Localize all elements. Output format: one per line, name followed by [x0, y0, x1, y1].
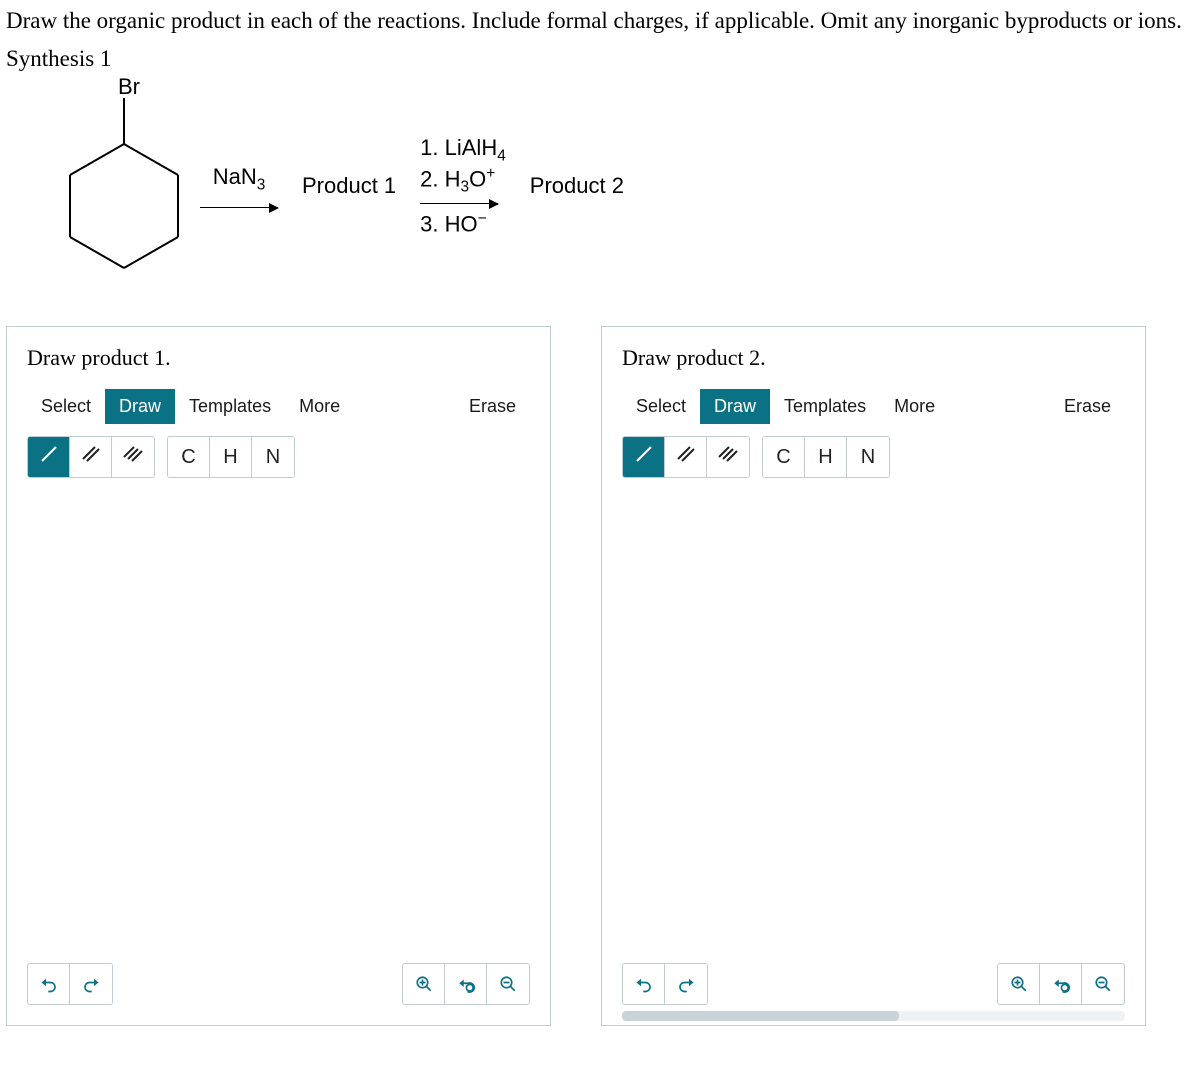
erase-button[interactable]: Erase — [455, 389, 530, 424]
erase-button[interactable]: Erase — [1050, 389, 1125, 424]
redo-icon — [82, 975, 100, 993]
reagent2-line1: 1. LiAlH4 — [420, 135, 506, 165]
panel2-title: Draw product 2. — [622, 345, 1125, 371]
redo-button[interactable] — [70, 964, 112, 1004]
panel1-bottom-bar — [27, 963, 530, 1005]
zoom-reset-icon — [1052, 975, 1070, 993]
redo-button[interactable] — [665, 964, 707, 1004]
reaction-scheme: Br NaN3 Product 1 1. LiAlH4 2. H3O+ 3. H… — [30, 76, 1194, 296]
panel1-title: Draw product 1. — [27, 345, 530, 371]
zoom-out-button[interactable] — [1082, 964, 1124, 1004]
zoom-in-icon — [1010, 975, 1028, 993]
zoom-in-button[interactable] — [998, 964, 1040, 1004]
zoom-out-button[interactable] — [487, 964, 529, 1004]
undo-button[interactable] — [28, 964, 70, 1004]
zoom-in-icon — [415, 975, 433, 993]
zoom-group — [997, 963, 1125, 1005]
tab-select[interactable]: Select — [622, 389, 700, 424]
panel2-bottom-bar — [622, 963, 1125, 1005]
question-text: Draw the organic product in each of the … — [6, 8, 1194, 34]
panel1-tabs: SelectDrawTemplatesMore Erase — [27, 389, 530, 424]
tab-select[interactable]: Select — [27, 389, 105, 424]
starting-material: Br — [30, 76, 190, 296]
reagent2-line3: 3. HO− — [420, 210, 506, 237]
arrow-icon — [200, 207, 278, 208]
undo-icon — [40, 975, 58, 993]
tab-draw[interactable]: Draw — [700, 389, 770, 424]
zoom-group — [402, 963, 530, 1005]
horizontal-scrollbar[interactable] — [622, 1011, 1125, 1021]
arrow-icon — [420, 203, 498, 204]
undo-redo-group — [27, 963, 113, 1005]
tab-draw[interactable]: Draw — [105, 389, 175, 424]
tab-templates[interactable]: Templates — [175, 389, 285, 424]
reagent1-label: NaN3 — [200, 164, 278, 194]
step1-reagent: NaN3 — [200, 164, 278, 207]
undo-redo-group — [622, 963, 708, 1005]
redo-icon — [677, 975, 695, 993]
bromine-label: Br — [118, 76, 140, 99]
zoom-out-icon — [1094, 975, 1112, 993]
undo-button[interactable] — [623, 964, 665, 1004]
zoom-in-button[interactable] — [403, 964, 445, 1004]
scrollbar-thumb[interactable] — [622, 1011, 899, 1021]
zoom-out-icon — [499, 975, 517, 993]
draw-panel-1: Draw product 1. SelectDrawTemplatesMore E… — [6, 326, 551, 1026]
reagent2-line2: 2. H3O+ — [420, 165, 506, 197]
undo-icon — [635, 975, 653, 993]
zoom-reset-icon — [457, 975, 475, 993]
tab-more[interactable]: More — [880, 389, 949, 424]
zoom-reset-button[interactable] — [445, 964, 487, 1004]
synthesis-label: Synthesis 1 — [6, 46, 1194, 72]
drawing-canvas[interactable] — [622, 457, 1125, 965]
tab-more[interactable]: More — [285, 389, 354, 424]
product1-label: Product 1 — [302, 173, 396, 199]
draw-panel-2: Draw product 2. SelectDrawTemplatesMore E… — [601, 326, 1146, 1026]
product2-label: Product 2 — [530, 173, 624, 199]
step2-reagents: 1. LiAlH4 2. H3O+ 3. HO− — [420, 135, 506, 237]
tab-templates[interactable]: Templates — [770, 389, 880, 424]
panel2-tabs: SelectDrawTemplatesMore Erase — [622, 389, 1125, 424]
drawing-canvas[interactable] — [27, 457, 530, 965]
zoom-reset-button[interactable] — [1040, 964, 1082, 1004]
